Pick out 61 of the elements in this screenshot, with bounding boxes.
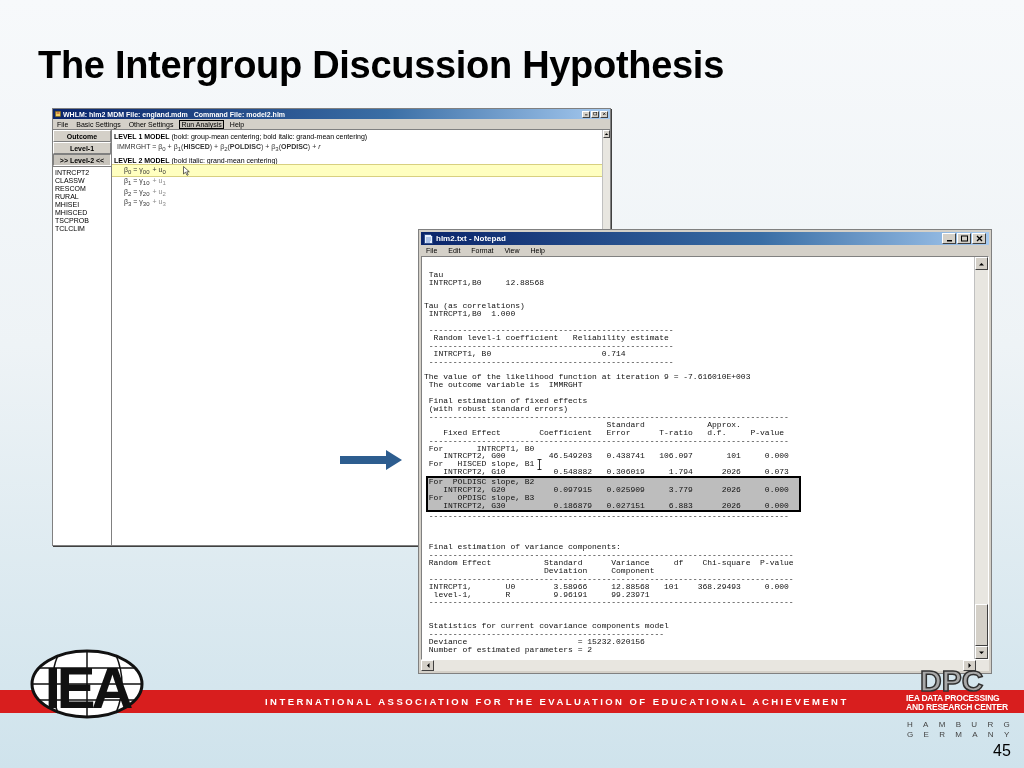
logo-text: IEA DATA PROCESSING [906,693,1000,703]
text-line: For OPDISC slope, B3 [427,493,535,502]
arrow-icon [340,450,402,470]
text-line: ---------------------------------------------------------------------------- [427,551,794,559]
text-line: --------------------------------------------------- [427,326,674,335]
vertical-scrollbar[interactable] [974,257,988,659]
document-icon [424,233,433,244]
left-arrow-icon [425,662,430,669]
text-line: Random level-1 coefficient Reliability estimate [432,334,669,342]
up-arrow-icon [978,261,985,266]
right-arrow-icon [967,662,972,669]
text-line: --------------------------------------------------------------------------- [427,436,789,445]
text-line: Deviation Component [543,566,655,575]
text-line: Statistics for current covariance components model [427,622,669,630]
text-line: --------------------------------------------------- [427,357,674,366]
text-line: For HISCED slope, B1 [427,460,535,469]
text-line: INTRCPT1, B0 0.714 [432,349,626,358]
pointer-icon [183,166,190,176]
text-line: --------------------------------------------------------------------------- [427,412,789,421]
logo-text: AND RESEARCH CENTER [906,702,1008,712]
text-line: Random Effect Standard Variance df Chi-square P-value [427,559,794,567]
text-line: --------------------------------------------------------------------------- [427,511,789,520]
text-line: Standard Approx. [605,420,741,429]
text-line: The value of the likelihood function at iteration 9 = -7.616010E+003 [424,373,751,382]
text-line: Tau [427,270,444,279]
text-line: level-1, R 9.96191 99.23971 [433,590,650,599]
city-text: HAMBURG [907,720,1020,729]
text-line: ------------------------------------------------- [427,630,665,638]
text-line: Tau (as correlations) [424,302,525,311]
app-icon [55,111,61,117]
horizontal-scrollbar[interactable] [421,660,989,671]
text-line: INTRCPT2, G20 0.097915 0.025909 3.779 2026 0.000 [442,485,789,494]
text-line: For INTRCPT1, B0 [427,444,535,453]
text-cursor-icon [537,459,542,470]
up-arrow-icon [604,132,609,136]
text-line: Number of estimated parameters = 2 [427,645,593,654]
text-line: INTRCPT1,B0 1.000 [427,310,516,319]
text-line: Deviance = 15232.020156 [427,637,645,646]
country-text: GERMANY [907,730,1020,739]
slide-title: The Intergroup Discussion Hypothesis [38,44,724,87]
down-arrow-icon [978,650,985,655]
text-line: INTRCPT2, G30 0.186879 0.027151 6.883 2026 0.000 [442,501,789,510]
text-line: (with robust standard errors) [427,405,569,413]
text-line: Final estimation of variance components: [427,543,621,552]
scroll-thumb[interactable] [975,604,988,646]
page-number: 45 [993,742,1011,760]
text-line: ---------------------------------------------------------------------------- [427,574,794,583]
text-line: ---------------------------------------------------------------------------- [427,598,794,607]
text-line: For POLDISC slope, B2 [427,478,535,486]
window-title: hlm2.txt - Notepad [436,234,507,243]
text-line: Final estimation of fixed effects [427,397,588,406]
text-line: The outcome variable is IMMRGHT [427,381,583,390]
text-line: INTRCPT1,B0 12.88568 [427,278,545,287]
banner-text: INTERNATIONAL ASSOCIATION FOR THE EVALUATION OF EDUCATIONAL ACHIEVEMENT [264,696,849,707]
text-line: --------------------------------------------------- [427,341,674,350]
text-line: Fixed Effect Coefficient Error T-ratio d.f. P-value [442,428,785,437]
text-line: INTRCPT2, G10 0.548882 0.306019 1.794 2026 0.073 [442,468,789,477]
scroll-up-button[interactable] [603,130,610,138]
text-line: INTRCPT2, G00 46.549203 0.438741 106.097 101 0.000 [442,452,789,461]
text-line: INTRCPT1, U0 3.58966 12.88568 101 368.29493 0.000 [427,582,789,591]
logo: DPC [920,671,984,691]
